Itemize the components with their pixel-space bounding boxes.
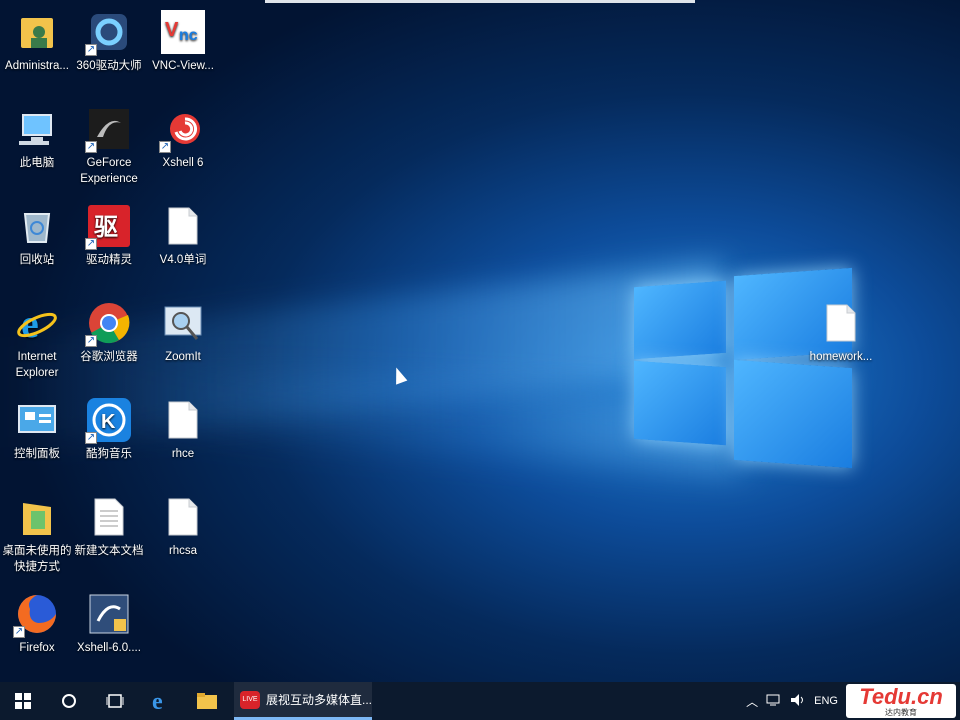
svg-text:e: e — [152, 690, 163, 712]
chrome-icon: ↗ — [85, 301, 131, 347]
kugou-icon: K ↗ — [85, 398, 131, 444]
desktop-icon-xshell-installer[interactable]: Xshell-6.0.... — [72, 586, 146, 674]
network-icon[interactable] — [766, 693, 782, 710]
live-app-icon: LIVE — [240, 690, 260, 709]
file-explorer-icon[interactable] — [184, 682, 230, 720]
blank-file-icon — [161, 398, 205, 442]
desktop-icon-rhcsa[interactable]: rhcsa — [146, 489, 220, 577]
language-indicator[interactable]: ENG — [814, 695, 838, 707]
desktop-icon-driver-genius[interactable]: 驱 ↗ 驱动精灵 — [72, 198, 146, 286]
desktop-icon-control-panel[interactable]: 控制面板 — [0, 392, 74, 480]
desktop-icon-kugou-music[interactable]: K ↗ 酷狗音乐 — [72, 392, 146, 480]
desktop-icon-new-text-document[interactable]: 新建文本文档 — [72, 489, 146, 577]
svg-text:驱: 驱 — [94, 213, 118, 241]
svg-text:nc: nc — [179, 27, 198, 44]
windows-start-icon[interactable] — [0, 682, 46, 720]
zoomit-icon — [161, 301, 205, 345]
desktop-icon-internet-explorer[interactable]: e Internet Explorer — [0, 295, 74, 383]
svg-text:K: K — [101, 411, 116, 433]
firefox-icon: ↗ — [13, 592, 59, 638]
remote-session-bar — [265, 0, 695, 3]
desktop-icon-recycle-bin[interactable]: 回收站 — [0, 198, 74, 286]
desktop-icon-geforce-experience[interactable]: ↗ GeForce Experience — [72, 101, 146, 189]
360-driver-icon: ↗ — [85, 10, 131, 56]
taskbar: e LIVE 展视互动多媒体直... ︿ ENG Tedu.cn 达内教育 — [0, 682, 960, 720]
vnc-icon: Vnc — [161, 10, 205, 54]
task-view-icon[interactable] — [92, 682, 138, 720]
blank-file-icon — [161, 495, 205, 539]
volume-icon[interactable] — [790, 693, 806, 710]
desktop-icon-administrator[interactable]: Administra... — [0, 4, 74, 92]
user-folder-icon — [15, 10, 59, 54]
desktop-icon-xshell-6[interactable]: ↗ Xshell 6 — [146, 101, 220, 189]
geforce-icon: ↗ — [85, 107, 131, 153]
desktop-icon-unused-shortcuts[interactable]: 桌面未使用的快捷方式 — [0, 489, 74, 577]
desktop-icon-vnc-viewer[interactable]: Vnc VNC-View... — [146, 4, 220, 92]
svg-text:V: V — [165, 19, 179, 41]
text-file-icon — [87, 495, 131, 539]
blank-file-icon — [161, 204, 205, 248]
this-pc-icon — [15, 107, 59, 151]
chevron-up-icon[interactable]: ︿ — [746, 693, 758, 710]
driver-genius-icon: 驱 ↗ — [85, 204, 131, 250]
xshell-icon: ↗ — [159, 107, 205, 153]
cortana-circle-icon[interactable] — [46, 682, 92, 720]
desktop-icon-chrome[interactable]: ↗ 谷歌浏览器 — [72, 295, 146, 383]
desktop-icon-v40-words[interactable]: V4.0单词 — [146, 198, 220, 286]
taskbar-app-label: 展视互动多媒体直... — [266, 693, 373, 707]
desktop-icon-zoomit[interactable]: ZoomIt — [146, 295, 220, 383]
system-tray: ︿ ENG Tedu.cn 达内教育 — [746, 682, 960, 720]
desktop-icon-homework[interactable]: homework... — [804, 295, 878, 383]
control-panel-icon — [15, 398, 59, 442]
ie-icon: e — [15, 301, 59, 345]
folder-icon — [15, 495, 59, 539]
desktop-icon-firefox[interactable]: ↗ Firefox — [0, 586, 74, 674]
blank-file-icon — [819, 301, 863, 345]
desktop-icon-360-driver[interactable]: ↗ 360驱动大师 — [72, 4, 146, 92]
desktop-icon-rhce[interactable]: rhce — [146, 392, 220, 480]
installer-icon — [87, 592, 131, 636]
taskbar-app-live-stream[interactable]: LIVE 展视互动多媒体直... — [234, 682, 372, 720]
desktop-icon-this-pc[interactable]: 此电脑 — [0, 101, 74, 189]
tedu-watermark: Tedu.cn 达内教育 — [846, 684, 956, 718]
recycle-bin-icon — [15, 204, 59, 248]
edge-icon[interactable]: e — [138, 682, 184, 720]
svg-text:e: e — [21, 301, 39, 345]
